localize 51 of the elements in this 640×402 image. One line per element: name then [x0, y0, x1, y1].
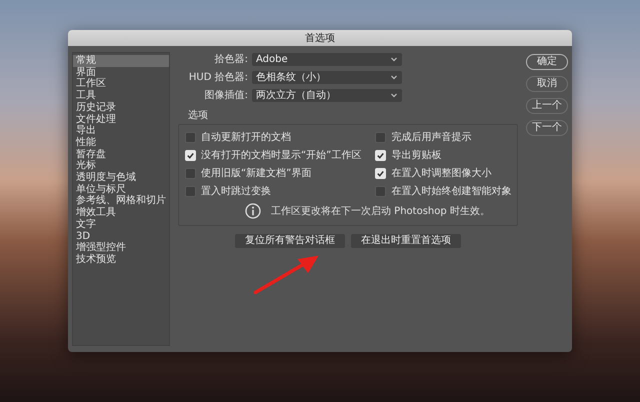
checkbox-label: 没有打开的文档时显示“开始”工作区 [201, 148, 362, 162]
checkbox-label: 在置入时始终创建智能对象 [391, 184, 512, 198]
sidebar-item[interactable]: 导出 [73, 125, 169, 137]
caret-icon [390, 91, 398, 99]
sidebar-item[interactable]: 界面 [73, 66, 169, 78]
info-icon [245, 203, 261, 219]
checkbox[interactable] [375, 132, 386, 142]
action-button[interactable]: 在退出时重置首选项 [351, 234, 462, 248]
sidebar-item[interactable]: 光标 [73, 160, 169, 172]
action-button[interactable]: 复位所有警告对话框 [235, 234, 346, 248]
sidebar-item[interactable]: 增强型控件 [73, 242, 169, 254]
dropdown[interactable]: Adobe [252, 52, 402, 66]
notice-text: 工作区更改将在下一次启动 Photoshop 时生效。 [271, 204, 490, 218]
sidebar-item[interactable]: 技术预览 [73, 254, 169, 266]
checkbox-label: 使用旧版“新建文档”界面 [201, 166, 312, 180]
checkbox[interactable] [185, 168, 196, 178]
sidebar-item[interactable]: 暂存盘 [73, 148, 169, 160]
checkbox[interactable] [185, 132, 196, 142]
field-label: 拾色器: [214, 53, 248, 66]
sidebar-item[interactable]: 单位与标尺 [73, 184, 169, 196]
sidebar-item[interactable]: 性能 [73, 136, 169, 149]
sidebar-item[interactable]: 参考线、网格和切片 [73, 195, 169, 208]
sidebar-item[interactable]: 增效工具 [73, 207, 169, 219]
caret-icon [390, 55, 398, 63]
sidebar-item[interactable]: 常规 [73, 55, 169, 67]
checkbox-label: 完成后用声音提示 [391, 130, 472, 144]
checkbox[interactable] [185, 186, 196, 196]
sidebar-item[interactable]: 3D [73, 230, 169, 242]
field-label: 图像插值: [204, 89, 248, 102]
window-title: 首选项 [305, 32, 335, 45]
group-title: 选项 [188, 108, 208, 122]
checkbox-label: 导出剪贴板 [391, 148, 442, 162]
dialog-button[interactable]: 确定 [526, 54, 568, 70]
dialog-button[interactable]: 上一个 [526, 98, 568, 114]
checkbox-label: 置入时跳过变换 [201, 184, 271, 198]
checkbox-label: 在置入时调整图像大小 [391, 166, 492, 180]
checkbox-label: 自动更新打开的文档 [201, 130, 291, 144]
caret-icon [390, 73, 398, 81]
field-label: HUD 拾色器: [188, 71, 248, 84]
sidebar-item[interactable]: 文字 [73, 218, 169, 231]
sidebar-item[interactable]: 透明度与色域 [73, 172, 169, 184]
dialog-button[interactable]: 下一个 [526, 120, 568, 136]
annotation-arrow [254, 256, 318, 294]
sidebar-item[interactable]: 工具 [73, 90, 169, 102]
dropdown[interactable]: 色相条纹（小） [252, 70, 402, 84]
sidebar-item[interactable]: 历史记录 [73, 102, 169, 114]
dropdown[interactable]: 两次立方（自动） [252, 88, 402, 102]
checkbox[interactable] [375, 186, 386, 196]
sidebar-item[interactable]: 文件处理 [73, 114, 169, 126]
dialog-button[interactable]: 取消 [526, 76, 568, 92]
sidebar-item[interactable]: 工作区 [73, 78, 169, 90]
